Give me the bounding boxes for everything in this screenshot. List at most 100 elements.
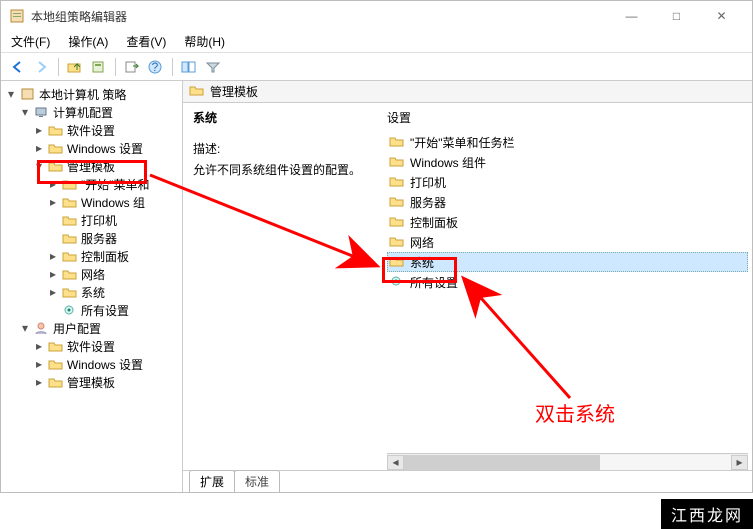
menu-action[interactable]: 操作(A) bbox=[64, 31, 112, 52]
folder-icon bbox=[389, 214, 405, 231]
list-item-servers[interactable]: 服务器 bbox=[387, 192, 748, 212]
settings-header: 设置 bbox=[387, 109, 748, 132]
folder-icon bbox=[62, 213, 78, 227]
list-item-printers[interactable]: 打印机 bbox=[387, 172, 748, 192]
back-button[interactable] bbox=[7, 56, 29, 78]
list-item-wincomp[interactable]: Windows 组件 bbox=[387, 152, 748, 172]
tree-admin-control[interactable]: ▸控制面板 bbox=[45, 247, 182, 265]
tree-admin-network[interactable]: ▸ 网络 bbox=[45, 265, 182, 283]
twisty-icon[interactable]: ▾ bbox=[33, 160, 45, 172]
twisty-icon[interactable]: ▸ bbox=[47, 250, 59, 262]
scroll-track[interactable] bbox=[404, 455, 731, 470]
watermark: 江西龙网 bbox=[661, 499, 753, 529]
scroll-right-button[interactable]: ▸ bbox=[731, 455, 748, 470]
help-button[interactable]: ? bbox=[145, 56, 167, 78]
tab-extended[interactable]: 扩展 bbox=[189, 470, 235, 492]
annotation-text: 双击系统 bbox=[535, 398, 615, 427]
twisty-icon[interactable]: ▸ bbox=[33, 142, 45, 154]
tree-user-config[interactable]: ▾ 用户配置 bbox=[17, 319, 182, 337]
minimize-button[interactable]: — bbox=[609, 2, 654, 30]
scroll-left-button[interactable]: ◂ bbox=[387, 455, 404, 470]
menu-file[interactable]: 文件(F) bbox=[7, 31, 54, 52]
up-folder-button[interactable] bbox=[64, 56, 86, 78]
tabs-row: 扩展 标准 bbox=[183, 470, 752, 492]
app-icon bbox=[9, 8, 25, 24]
path-bar: 管理模板 bbox=[183, 81, 752, 103]
computer-icon bbox=[34, 105, 50, 119]
item-label: 所有设置 bbox=[410, 274, 458, 291]
menu-help[interactable]: 帮助(H) bbox=[180, 31, 229, 52]
tree-label: Windows 设置 bbox=[67, 356, 143, 373]
tree-comp-windows[interactable]: ▸ Windows 设置 bbox=[31, 139, 182, 157]
list-item-network[interactable]: 网络 bbox=[387, 232, 748, 252]
properties-button[interactable] bbox=[88, 56, 110, 78]
description-text: 允许不同系统组件设置的配置。 bbox=[193, 161, 373, 178]
twisty-icon[interactable]: ▸ bbox=[47, 178, 59, 190]
list-item-control[interactable]: 控制面板 bbox=[387, 212, 748, 232]
forward-button[interactable] bbox=[31, 56, 53, 78]
tree-admin-system[interactable]: ▸ 系统 bbox=[45, 283, 182, 301]
tree-admin-printers[interactable]: ▸打印机 bbox=[45, 211, 182, 229]
twisty-icon[interactable]: ▸ bbox=[47, 196, 59, 208]
folder-icon bbox=[389, 194, 405, 211]
tree-pane[interactable]: ▾ 本地计算机 策略 ▾ 计算机配置 bbox=[1, 81, 183, 492]
detail-pane: 管理模板 系统 描述: 允许不同系统组件设置的配置。 设置 "开始"菜单和任务栏… bbox=[183, 81, 752, 492]
tree-label: "开始"菜单和 bbox=[81, 176, 150, 193]
window-title: 本地组策略编辑器 bbox=[31, 8, 609, 25]
tab-standard[interactable]: 标准 bbox=[234, 470, 280, 492]
twisty-icon[interactable]: ▸ bbox=[33, 340, 45, 352]
menu-view[interactable]: 查看(V) bbox=[122, 31, 170, 52]
twisty-icon[interactable]: ▾ bbox=[19, 322, 31, 334]
tree-root[interactable]: ▾ 本地计算机 策略 bbox=[3, 85, 182, 103]
twisty-icon[interactable]: ▸ bbox=[47, 286, 59, 298]
showhide-button[interactable] bbox=[178, 56, 200, 78]
tree-label: Windows 设置 bbox=[67, 140, 143, 157]
tree-label: 管理模板 bbox=[67, 158, 115, 175]
filter-button[interactable] bbox=[202, 56, 224, 78]
tree-admin-servers[interactable]: ▸服务器 bbox=[45, 229, 182, 247]
tree-label: 网络 bbox=[81, 266, 105, 283]
tree-user-admin[interactable]: ▸管理模板 bbox=[31, 373, 182, 391]
toolbar-separator bbox=[172, 58, 173, 76]
twisty-icon[interactable]: ▸ bbox=[33, 358, 45, 370]
folder-icon bbox=[62, 177, 78, 191]
tree-admin-wincomp[interactable]: ▸Windows 组 bbox=[45, 193, 182, 211]
item-label: 打印机 bbox=[410, 174, 446, 191]
svg-text:?: ? bbox=[152, 60, 159, 74]
twisty-icon[interactable]: ▸ bbox=[33, 124, 45, 136]
tree-label: 用户配置 bbox=[53, 320, 101, 337]
tree: ▾ 本地计算机 策略 ▾ 计算机配置 bbox=[1, 85, 182, 391]
twisty-icon[interactable]: ▸ bbox=[33, 376, 45, 388]
folder-icon bbox=[189, 83, 205, 100]
tree-admin-start[interactable]: ▸ "开始"菜单和 bbox=[45, 175, 182, 193]
twisty-icon[interactable]: ▾ bbox=[5, 88, 17, 100]
tree-label: 软件设置 bbox=[67, 338, 115, 355]
maximize-button[interactable]: □ bbox=[654, 2, 699, 30]
tree-admin-all[interactable]: ▸所有设置 bbox=[45, 301, 182, 319]
tree-user-windows[interactable]: ▸ Windows 设置 bbox=[31, 355, 182, 373]
list-item-start[interactable]: "开始"菜单和任务栏 bbox=[387, 132, 748, 152]
titlebar: 本地组策略编辑器 — □ ✕ bbox=[1, 1, 752, 31]
tree-comp-admin-templates[interactable]: ▾ 管理模板 bbox=[31, 157, 182, 175]
twisty-icon[interactable]: ▾ bbox=[19, 106, 31, 118]
toolbar-separator bbox=[115, 58, 116, 76]
twisty-icon[interactable]: ▸ bbox=[47, 268, 59, 280]
tree-label: 系统 bbox=[81, 284, 105, 301]
tree-user-software[interactable]: ▸ 软件设置 bbox=[31, 337, 182, 355]
export-list-button[interactable] bbox=[121, 56, 143, 78]
settings-icon bbox=[389, 274, 405, 291]
scroll-thumb[interactable] bbox=[404, 455, 600, 470]
tree-computer-config[interactable]: ▾ 计算机配置 bbox=[17, 103, 182, 121]
policy-icon bbox=[20, 87, 36, 101]
content-heading: 系统 bbox=[193, 109, 373, 126]
list-item-system[interactable]: 系统 bbox=[387, 252, 748, 272]
tree-label: 服务器 bbox=[81, 230, 117, 247]
folder-icon bbox=[389, 174, 405, 191]
tree-comp-software[interactable]: ▸软件设置 bbox=[31, 121, 182, 139]
toolbar-separator bbox=[58, 58, 59, 76]
list-item-all[interactable]: 所有设置 bbox=[387, 272, 748, 292]
close-button[interactable]: ✕ bbox=[699, 2, 744, 30]
folder-icon bbox=[48, 339, 64, 353]
tree-label: 打印机 bbox=[81, 212, 117, 229]
horizontal-scrollbar[interactable]: ◂ ▸ bbox=[387, 453, 748, 470]
